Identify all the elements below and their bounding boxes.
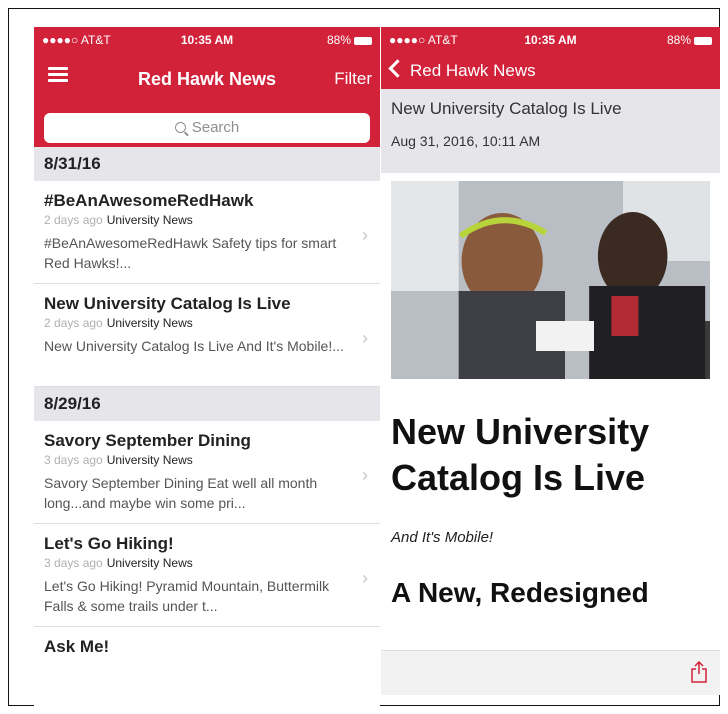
article-subtitle: And It's Mobile! xyxy=(391,529,494,546)
item-age: 2 days ago xyxy=(44,316,103,330)
back-button[interactable]: Red Hawk News xyxy=(388,59,536,81)
chevron-right-icon: › xyxy=(362,465,368,485)
search-input[interactable]: Search xyxy=(44,113,370,143)
item-snippet: Savory September Dining Eat well all mon… xyxy=(44,475,318,511)
filter-button[interactable]: Filter xyxy=(334,69,372,89)
header-title: New University Catalog Is Live xyxy=(391,99,622,118)
item-snippet: New University Catalog Is Live And It's … xyxy=(44,338,344,354)
article-screen: ●●●●○ AT&T 10:35 AM 88% Red Hawk News Ne… xyxy=(381,27,720,695)
header-date: Aug 31, 2016, 10:11 AM xyxy=(391,133,541,149)
item-snippet: #BeAnAwesomeRedHawk Safety tips for smar… xyxy=(44,235,337,271)
students-photo-image xyxy=(391,181,710,379)
list-item[interactable]: Ask Me! xyxy=(34,627,380,707)
chevron-right-icon: › xyxy=(362,328,368,348)
article-heading: A New, Redesigned University Catalog xyxy=(391,577,649,616)
section-header: 8/31/16 xyxy=(34,147,380,181)
status-bar: ●●●●○ AT&T 10:35 AM 88% xyxy=(34,27,380,53)
article-title: New University Catalog Is Live xyxy=(391,411,650,498)
news-list-screen: ●●●●○ AT&T 10:35 AM 88% Red Hawk News Fi… xyxy=(34,27,380,707)
item-title: New University Catalog Is Live xyxy=(44,294,291,313)
item-source: University News xyxy=(106,453,193,467)
list-item[interactable]: Let's Go Hiking! 3 days ago University Ne… xyxy=(34,524,380,627)
item-title: #BeAnAwesomeRedHawk xyxy=(44,191,254,210)
item-snippet: Let's Go Hiking! Pyramid Mountain, Butte… xyxy=(44,578,330,614)
chevron-left-icon xyxy=(388,59,407,78)
back-label: Red Hawk News xyxy=(410,61,536,80)
nav-bar: Red Hawk News Filter xyxy=(34,53,380,103)
chevron-right-icon: › xyxy=(362,568,368,588)
battery-indicator: 88% xyxy=(667,33,712,47)
search-icon xyxy=(174,122,186,133)
search-bar: Search xyxy=(34,103,380,147)
status-bar: ●●●●○ AT&T 10:35 AM 88% xyxy=(381,27,720,53)
item-age: 3 days ago xyxy=(44,556,103,570)
list-item[interactable]: #BeAnAwesomeRedHawk 2 days ago University… xyxy=(34,181,380,284)
section-header: 8/29/16 xyxy=(34,387,380,421)
battery-icon xyxy=(694,36,712,45)
battery-label: 88% xyxy=(666,33,691,47)
item-source: University News xyxy=(106,213,193,227)
item-age: 2 days ago xyxy=(44,213,103,227)
article-header: New University Catalog Is Live Aug 31, 2… xyxy=(381,89,720,173)
nav-bar: Red Hawk News xyxy=(381,53,720,89)
item-title: Let's Go Hiking! xyxy=(44,534,174,553)
list-item[interactable]: Savory September Dining 3 days ago Univer… xyxy=(34,421,380,524)
battery-label: 88% xyxy=(326,33,351,47)
search-placeholder: Search xyxy=(191,119,240,136)
item-source: University News xyxy=(106,316,193,330)
chevron-right-icon: › xyxy=(362,225,368,245)
bottom-toolbar xyxy=(381,650,720,695)
share-icon[interactable] xyxy=(690,661,708,683)
item-source: University News xyxy=(106,556,193,570)
page-title: Red Hawk News xyxy=(137,69,277,89)
item-title: Ask Me! xyxy=(44,637,110,656)
article-photo xyxy=(391,181,710,379)
battery-indicator: 88% xyxy=(327,33,372,47)
item-age: 3 days ago xyxy=(44,453,103,467)
item-title: Savory September Dining xyxy=(44,431,251,450)
battery-icon xyxy=(354,36,372,45)
list-item[interactable]: New University Catalog Is Live 2 days ag… xyxy=(34,284,380,387)
